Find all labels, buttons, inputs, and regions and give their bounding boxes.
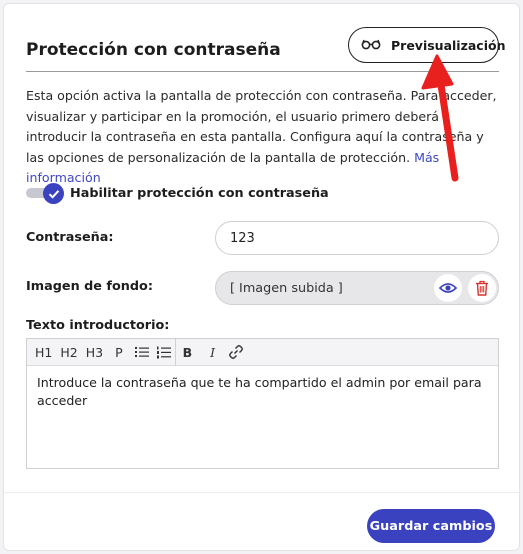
h1-button[interactable]: H1 xyxy=(31,339,56,366)
view-image-button[interactable] xyxy=(434,274,462,302)
numbered-list-icon xyxy=(156,346,171,358)
password-input[interactable] xyxy=(215,221,499,255)
enable-protection-toggle[interactable] xyxy=(26,183,64,204)
save-button[interactable]: Guardar cambios xyxy=(367,509,495,543)
intro-text-editor: H1 H2 H3 P B I Introduce la contraseña q… xyxy=(26,338,499,469)
paragraph-button[interactable]: P xyxy=(107,339,131,366)
link-button[interactable] xyxy=(224,339,248,366)
delete-image-button[interactable] xyxy=(468,274,496,302)
password-label: Contraseña: xyxy=(26,230,114,245)
numbered-list-button[interactable] xyxy=(153,338,176,366)
preview-button[interactable]: Previsualización xyxy=(348,27,505,63)
footer-divider xyxy=(4,492,521,493)
bullet-list-button[interactable] xyxy=(131,339,153,366)
intro-text-content[interactable]: Introduce la contraseña que te ha compar… xyxy=(27,366,498,418)
password-protection-card: Protección con contraseña Previsualizaci… xyxy=(3,3,521,551)
background-image-label: Imagen de fondo: xyxy=(26,279,153,294)
h2-button[interactable]: H2 xyxy=(56,339,81,366)
h3-button[interactable]: H3 xyxy=(82,339,107,366)
enable-protection-label: Habilitar protección con contraseña xyxy=(70,185,329,201)
intro-text-label: Texto introductorio: xyxy=(26,318,170,333)
italic-button[interactable]: I xyxy=(201,339,224,366)
enable-protection-row: Habilitar protección con contraseña xyxy=(26,183,329,204)
trash-icon xyxy=(476,280,488,296)
description: Esta opción activa la pantalla de protec… xyxy=(26,86,501,189)
link-icon xyxy=(229,345,244,359)
header-divider xyxy=(26,71,499,72)
bold-button[interactable]: B xyxy=(176,339,202,366)
eye-icon xyxy=(439,283,457,293)
check-icon xyxy=(48,189,59,199)
preview-button-label: Previsualización xyxy=(391,37,506,53)
page-title: Protección con contraseña xyxy=(26,40,281,60)
bullet-list-icon xyxy=(134,347,149,357)
glasses-icon xyxy=(361,38,381,53)
background-image-value: [ Imagen subida ] xyxy=(230,280,343,296)
editor-toolbar: H1 H2 H3 P B I xyxy=(27,338,498,366)
